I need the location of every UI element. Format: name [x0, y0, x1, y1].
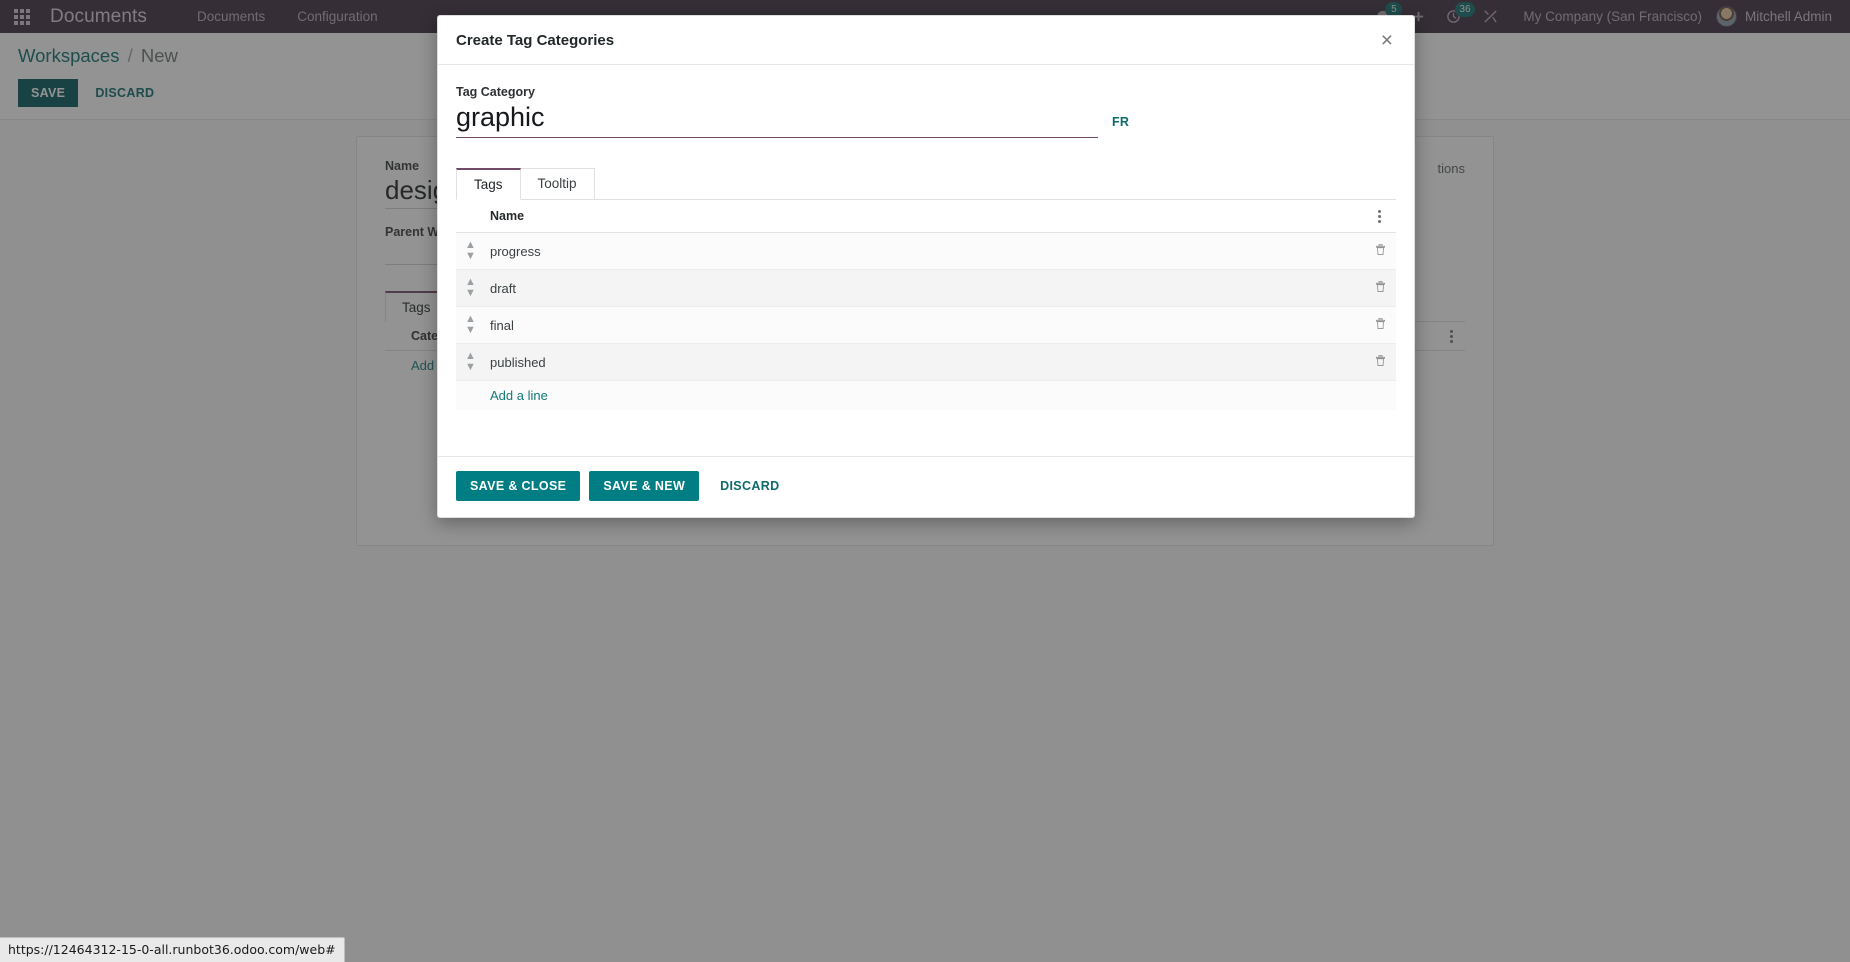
table-row[interactable]: ▲ ▼ draft — [456, 269, 1396, 308]
row-name-cell[interactable]: final — [490, 306, 1364, 345]
kebab-menu-icon[interactable] — [1372, 210, 1387, 224]
language-translate-link[interactable]: FR — [1112, 115, 1129, 138]
row-drag-cell[interactable]: ▲ ▼ — [456, 343, 490, 382]
dialog-header: Create Tag Categories × — [438, 16, 1414, 65]
tag-category-input[interactable] — [456, 102, 1098, 138]
tag-category-field-row: Tag Category FR — [456, 85, 1396, 138]
add-line-row[interactable]: Add a line — [456, 380, 1396, 411]
dialog-footer: SAVE & CLOSE SAVE & NEW DISCARD — [438, 456, 1414, 517]
tab-tags[interactable]: Tags — [456, 168, 521, 200]
dialog-body: Tag Category FR Tags Tooltip Name — [438, 65, 1414, 457]
drag-handle-icon[interactable]: ▲ ▼ — [465, 351, 476, 373]
row-delete-cell[interactable] — [1364, 306, 1396, 345]
dialog-title: Create Tag Categories — [456, 32, 615, 49]
add-line-spacer — [456, 380, 490, 411]
row-delete-cell[interactable] — [1364, 269, 1396, 308]
row-delete-cell[interactable] — [1364, 232, 1396, 271]
trash-icon[interactable] — [1374, 243, 1387, 256]
row-drag-cell[interactable]: ▲ ▼ — [456, 306, 490, 345]
tab-tooltip[interactable]: Tooltip — [520, 168, 595, 200]
row-name-cell[interactable]: progress — [490, 232, 1364, 271]
table-row[interactable]: ▲ ▼ final — [456, 306, 1396, 345]
trash-icon[interactable] — [1374, 354, 1387, 367]
tags-table-head: Name — [456, 200, 1396, 234]
tag-category-field: Tag Category — [456, 85, 1098, 138]
column-options — [1364, 200, 1396, 234]
browser-status-bar: https://12464312-15-0-all.runbot36.odoo.… — [0, 937, 345, 962]
table-row[interactable]: ▲ ▼ published — [456, 343, 1396, 382]
drag-handle-icon[interactable]: ▲ ▼ — [465, 314, 476, 336]
save-and-new-button[interactable]: SAVE & NEW — [589, 471, 700, 502]
add-line-cell[interactable]: Add a line — [490, 380, 1396, 411]
save-and-close-button[interactable]: SAVE & CLOSE — [456, 471, 581, 502]
row-delete-cell[interactable] — [1364, 343, 1396, 382]
table-bottom-padding — [456, 410, 1396, 457]
column-name: Name — [490, 200, 1364, 234]
row-drag-cell[interactable]: ▲ ▼ — [456, 232, 490, 271]
column-handle — [456, 200, 490, 234]
row-name-cell[interactable]: published — [490, 343, 1364, 382]
row-drag-cell[interactable]: ▲ ▼ — [456, 269, 490, 308]
close-icon[interactable]: × — [1378, 30, 1396, 51]
table-row[interactable]: ▲ ▼ progress — [456, 232, 1396, 271]
drag-handle-icon[interactable]: ▲ ▼ — [465, 277, 476, 299]
add-line-link[interactable]: Add a line — [490, 388, 548, 403]
tags-table-header-row: Name — [456, 200, 1396, 234]
trash-icon[interactable] — [1374, 317, 1387, 330]
dialog-notebook-tabs: Tags Tooltip — [456, 168, 1396, 200]
tags-table-body: ▲ ▼ progress ▲ ▼ draft ▲ ▼ final ▲ ▼ pub… — [456, 232, 1396, 411]
tabs-filler — [594, 168, 1396, 200]
tag-category-label: Tag Category — [456, 85, 535, 99]
trash-icon[interactable] — [1374, 280, 1387, 293]
dialog-discard-button[interactable]: DISCARD — [708, 471, 791, 501]
app-root: Documents Documents Configuration 5 — [0, 0, 1850, 962]
drag-handle-icon[interactable]: ▲ ▼ — [465, 240, 476, 262]
create-tag-categories-dialog: Create Tag Categories × Tag Category FR … — [437, 15, 1415, 519]
row-name-cell[interactable]: draft — [490, 269, 1364, 308]
tags-table: Name ▲ ▼ progress ▲ ▼ draft ▲ ▼ final ▲ … — [456, 200, 1396, 411]
